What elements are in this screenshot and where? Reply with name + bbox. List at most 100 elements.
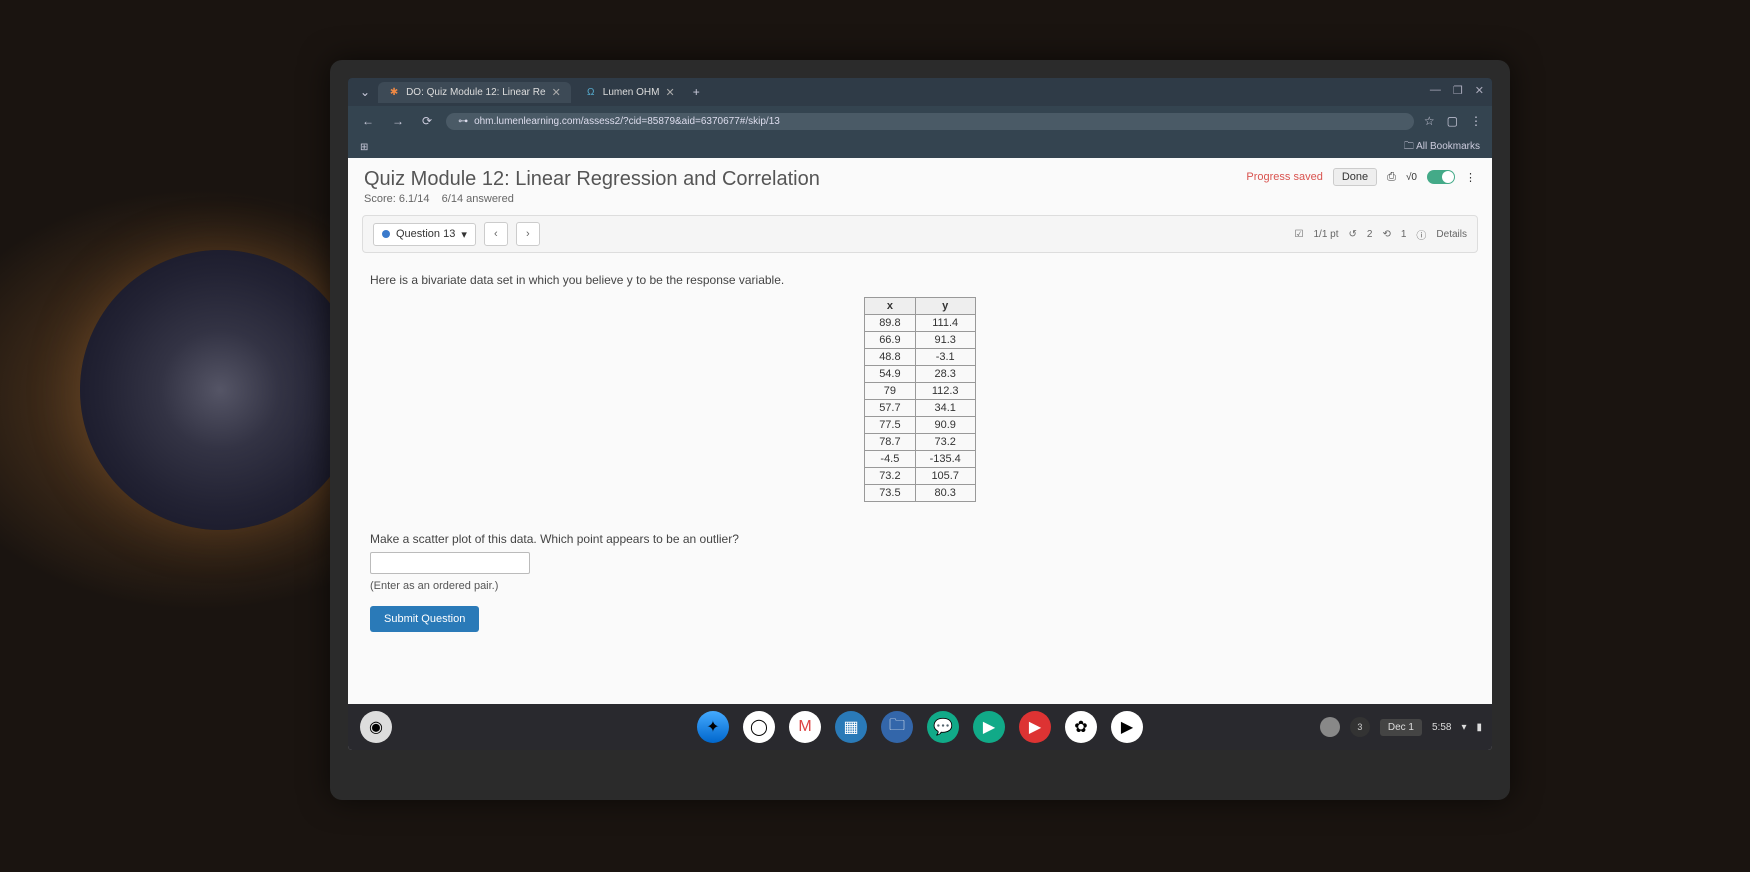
shelf-app-play[interactable]: ▶ <box>1111 711 1143 743</box>
menu-icon[interactable]: ⋮ <box>1470 114 1482 128</box>
table-cell: -4.5 <box>865 451 915 468</box>
table-cell: 79 <box>865 383 915 400</box>
chromeos-shelf: ◉ ✦ ◯ M ▦ 🗀 💬 ▶ ▶ ✿ ▶ 3 Dec 1 5:58 ▾ ▮ <box>348 704 1492 750</box>
table-row: 73.2105.7 <box>865 468 976 485</box>
shelf-app-youtube[interactable]: ▶ <box>1019 711 1051 743</box>
shelf-time[interactable]: 5:58 <box>1432 722 1451 733</box>
search-tabs-icon[interactable]: ⌄ <box>356 83 374 101</box>
laptop: ⌄ ✱ DO: Quiz Module 12: Linear Re ✕ Ω Lu… <box>330 60 1510 800</box>
shelf-app-gmail[interactable]: M <box>789 711 821 743</box>
all-bookmarks-link[interactable]: 🗀 All Bookmarks <box>1404 139 1480 156</box>
shelf-app-messages[interactable]: 💬 <box>927 711 959 743</box>
notification-icon[interactable] <box>1320 717 1340 737</box>
url-text: ohm.lumenlearning.com/assess2/?cid=85879… <box>474 116 780 127</box>
answered-text: 6/14 answered <box>442 193 514 205</box>
shelf-date[interactable]: Dec 1 <box>1380 719 1422 736</box>
table-cell: 112.3 <box>915 383 975 400</box>
table-cell: 111.4 <box>915 315 975 332</box>
table-cell: 48.8 <box>865 349 915 366</box>
points-text: 1/1 pt <box>1313 229 1338 240</box>
install-icon[interactable]: ▢ <box>1447 114 1458 128</box>
table-cell: 105.7 <box>915 468 975 485</box>
table-cell: 54.9 <box>865 366 915 383</box>
tab-label: DO: Quiz Module 12: Linear Re <box>406 87 546 98</box>
table-row: 89.8111.4 <box>865 315 976 332</box>
shelf-app-files[interactable]: 🗀 <box>881 711 913 743</box>
minimize-icon[interactable]: — <box>1430 84 1441 97</box>
address-bar: ← → ⟳ ⊶ ohm.lumenlearning.com/assess2/?c… <box>348 106 1492 136</box>
bookmark-star-icon[interactable]: ☆ <box>1424 114 1435 128</box>
input-hint: (Enter as an ordered pair.) <box>370 580 1470 592</box>
tab-strip: ⌄ ✱ DO: Quiz Module 12: Linear Re ✕ Ω Lu… <box>348 78 1492 106</box>
shelf-app-chrome[interactable]: ◯ <box>743 711 775 743</box>
wifi-icon[interactable]: ▾ <box>1461 722 1466 733</box>
regen-icon: ⟲ <box>1382 229 1390 240</box>
retries-text: 1 <box>1401 229 1407 240</box>
battery-icon[interactable]: ▮ <box>1476 722 1482 733</box>
progress-saved-label: Progress saved <box>1246 171 1322 183</box>
forward-button[interactable]: → <box>388 112 408 130</box>
prev-question-button[interactable]: ‹ <box>484 222 508 246</box>
formula-icon[interactable]: √0 <box>1406 172 1417 183</box>
back-button[interactable]: ← <box>358 112 378 130</box>
window-controls: — ❐ ✕ <box>1430 84 1484 97</box>
score-line: Score: 6.1/14 6/14 answered <box>364 193 820 205</box>
data-table: x y 89.8111.466.991.348.8-3.154.928.3791… <box>864 297 976 502</box>
table-row: -4.5-135.4 <box>865 451 976 468</box>
table-row: 79112.3 <box>865 383 976 400</box>
tab-favicon-icon: ✱ <box>388 86 400 98</box>
col-header-y: y <box>915 298 975 315</box>
table-row: 48.8-3.1 <box>865 349 976 366</box>
score-text: Score: 6.1/14 <box>364 193 429 205</box>
tab-lumen[interactable]: Ω Lumen OHM ✕ <box>575 82 685 103</box>
new-tab-button[interactable]: + <box>689 83 704 101</box>
submit-button[interactable]: Submit Question <box>370 606 479 632</box>
done-button[interactable]: Done <box>1333 168 1377 186</box>
question-selector[interactable]: Question 13 ▾ <box>373 223 476 246</box>
table-cell: -135.4 <box>915 451 975 468</box>
tab-quiz[interactable]: ✱ DO: Quiz Module 12: Linear Re ✕ <box>378 82 571 103</box>
table-row: 77.590.9 <box>865 417 976 434</box>
close-icon[interactable]: ✕ <box>665 86 674 99</box>
accessibility-toggle[interactable] <box>1427 170 1455 184</box>
notification-count-icon[interactable]: 3 <box>1350 717 1370 737</box>
shelf-app-meet[interactable]: ▶ <box>973 711 1005 743</box>
tab-label: Lumen OHM <box>603 87 660 98</box>
table-cell: 90.9 <box>915 417 975 434</box>
apps-grid-icon[interactable]: ⊞ <box>360 142 368 153</box>
table-cell: 28.3 <box>915 366 975 383</box>
launcher-icon[interactable]: ◉ <box>360 711 392 743</box>
page-title: Quiz Module 12: Linear Regression and Co… <box>364 168 820 191</box>
table-row: 57.734.1 <box>865 400 976 417</box>
retry-icon: ↺ <box>1349 229 1357 240</box>
settings-menu-icon[interactable]: ⋮ <box>1465 171 1476 184</box>
table-row: 73.580.3 <box>865 485 976 502</box>
site-info-icon[interactable]: ⊶ <box>458 116 468 127</box>
shelf-app-pwa[interactable]: ✦ <box>697 711 729 743</box>
shelf-app-photos[interactable]: ✿ <box>1065 711 1097 743</box>
table-cell: 73.2 <box>865 468 915 485</box>
info-icon[interactable]: ⓘ <box>1416 227 1426 242</box>
close-icon[interactable]: ✕ <box>552 86 561 99</box>
maximize-icon[interactable]: ❐ <box>1453 84 1463 97</box>
close-window-icon[interactable]: ✕ <box>1475 84 1484 97</box>
col-header-x: x <box>865 298 915 315</box>
chevron-down-icon: ▾ <box>461 228 467 241</box>
reload-button[interactable]: ⟳ <box>418 112 436 130</box>
url-input[interactable]: ⊶ ohm.lumenlearning.com/assess2/?cid=858… <box>446 113 1414 130</box>
desk-fan <box>80 250 360 530</box>
table-cell: 73.5 <box>865 485 915 502</box>
table-cell: 34.1 <box>915 400 975 417</box>
table-cell: 57.7 <box>865 400 915 417</box>
table-cell: 91.3 <box>915 332 975 349</box>
table-cell: 80.3 <box>915 485 975 502</box>
table-row: 66.991.3 <box>865 332 976 349</box>
answer-input[interactable] <box>370 552 530 574</box>
next-question-button[interactable]: › <box>516 222 540 246</box>
table-cell: 78.7 <box>865 434 915 451</box>
score-check-icon: ☑ <box>1295 229 1304 240</box>
print-icon[interactable]: ⎙ <box>1387 171 1396 184</box>
details-link[interactable]: Details <box>1436 229 1467 240</box>
table-cell: 77.5 <box>865 417 915 434</box>
shelf-app-calendar[interactable]: ▦ <box>835 711 867 743</box>
